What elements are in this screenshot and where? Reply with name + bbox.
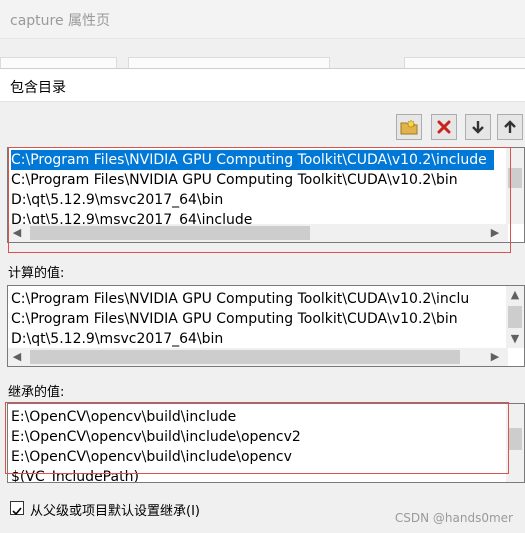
move-up-icon — [504, 120, 516, 133]
dialog-titlebar — [0, 69, 525, 102]
include-directories-dialog: 包含目录 C:\Program Files\NVIDIA GPU Computi… — [0, 68, 525, 533]
parent-window-titlebar: capture 属性页 — [0, 0, 525, 39]
check-icon — [12, 507, 22, 516]
computed-label: 计算的值: — [8, 266, 65, 281]
scroll-up-icon[interactable]: ▲ — [506, 286, 524, 304]
inherited-label: 继承的值: — [8, 385, 65, 400]
scroll-thumb[interactable] — [30, 350, 460, 364]
inherit-checkbox-label[interactable]: 从父级或项目默认设置继承(I) — [30, 500, 200, 519]
list-item: C:\Program Files\NVIDIA GPU Computing To… — [11, 311, 458, 327]
scroll-thumb[interactable] — [508, 428, 522, 450]
move-down-button[interactable] — [465, 114, 491, 140]
list-item: C:\Program Files\NVIDIA GPU Computing To… — [11, 291, 470, 307]
dialog-title: 包含目录 — [10, 80, 66, 96]
inherit-checkbox[interactable] — [10, 501, 24, 516]
scroll-left-icon[interactable]: ◀ — [8, 348, 26, 366]
highlight-box — [5, 402, 509, 474]
computed-list-hscroll[interactable]: ◀ ▶ — [8, 348, 508, 366]
delete-icon — [437, 120, 451, 134]
scroll-thumb[interactable] — [508, 306, 522, 328]
move-down-icon — [472, 121, 484, 134]
new-line-button[interactable] — [396, 114, 422, 140]
parent-window-title: capture 属性页 — [10, 13, 111, 29]
computed-list: C:\Program Files\NVIDIA GPU Computing To… — [7, 285, 525, 367]
new-folder-icon — [400, 119, 418, 135]
highlight-box — [8, 147, 511, 253]
scroll-down-icon[interactable]: ▼ — [506, 330, 524, 348]
list-item: D:\qt\5.12.9\msvc2017_64\bin — [11, 331, 224, 347]
watermark: CSDN @hands0mer — [394, 511, 513, 525]
computed-list-vscroll[interactable]: ▲ ▼ — [506, 286, 524, 348]
move-up-button[interactable] — [497, 114, 523, 140]
delete-line-button[interactable] — [431, 114, 457, 140]
scroll-right-icon[interactable]: ▶ — [486, 348, 504, 366]
